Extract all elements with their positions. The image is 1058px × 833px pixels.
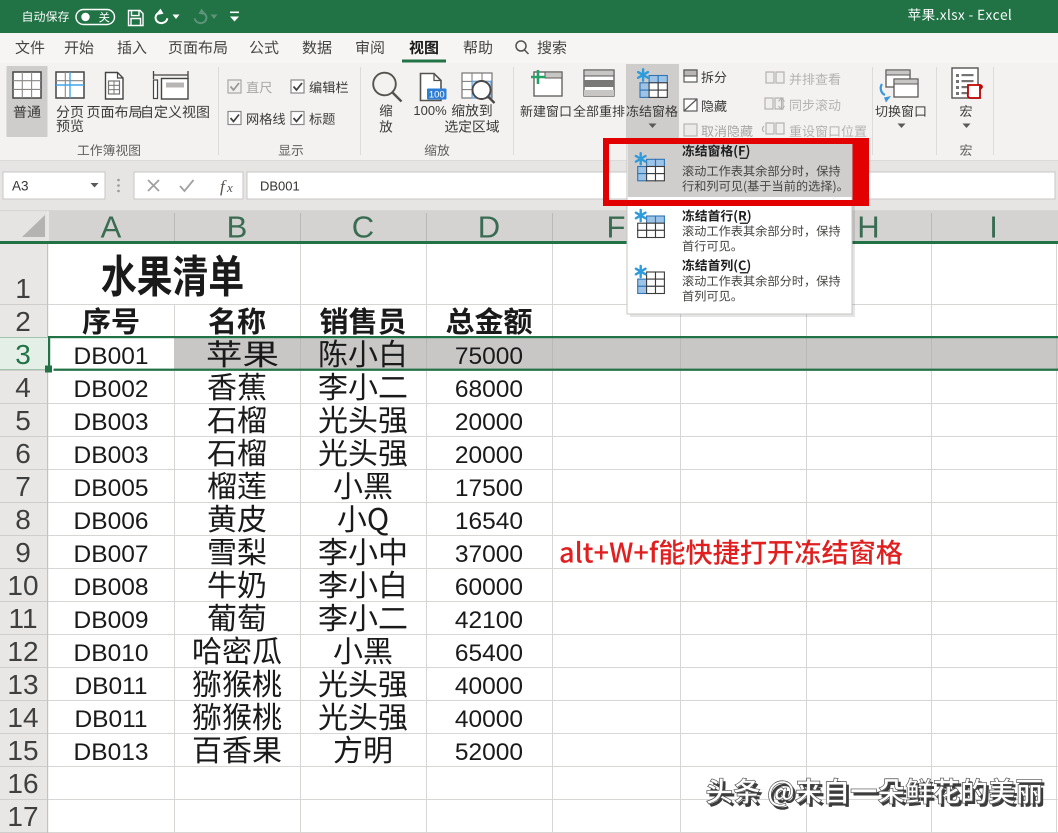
svg-text:DB001: DB001 xyxy=(260,179,300,194)
svg-text:17500: 17500 xyxy=(455,475,523,502)
svg-text:DB006: DB006 xyxy=(74,508,149,535)
svg-text:100%: 100% xyxy=(413,103,447,118)
svg-text:x: x xyxy=(226,180,233,195)
svg-text:DB011: DB011 xyxy=(74,673,147,700)
svg-text:8: 8 xyxy=(15,504,31,535)
svg-text:I: I xyxy=(989,210,998,245)
svg-text:DB003: DB003 xyxy=(74,442,149,469)
svg-text:52000: 52000 xyxy=(455,739,523,766)
svg-text:D: D xyxy=(478,210,500,245)
svg-text:9: 9 xyxy=(15,537,31,568)
svg-text:6: 6 xyxy=(15,438,31,469)
svg-text:DB010: DB010 xyxy=(74,640,149,667)
svg-text:100: 100 xyxy=(429,89,445,100)
svg-text:DB011: DB011 xyxy=(74,706,147,733)
svg-text:H: H xyxy=(857,210,879,245)
svg-text:60000: 60000 xyxy=(455,574,523,601)
svg-text:40000: 40000 xyxy=(455,673,523,700)
svg-text:C: C xyxy=(352,210,374,245)
svg-text:40000: 40000 xyxy=(455,706,523,733)
svg-text:DB003: DB003 xyxy=(74,409,149,436)
svg-text:17: 17 xyxy=(7,801,38,832)
svg-text:DB008: DB008 xyxy=(74,574,149,601)
svg-text:14: 14 xyxy=(7,702,38,733)
svg-text:4: 4 xyxy=(15,372,31,403)
svg-text:DB005: DB005 xyxy=(74,475,149,502)
svg-text:DB002: DB002 xyxy=(74,376,149,403)
svg-text:65400: 65400 xyxy=(455,640,523,667)
svg-text:16: 16 xyxy=(7,768,38,799)
svg-text:15: 15 xyxy=(7,735,38,766)
svg-text:B: B xyxy=(227,210,248,245)
svg-text:7: 7 xyxy=(15,471,31,502)
svg-text:37000: 37000 xyxy=(455,541,523,568)
svg-text:F: F xyxy=(607,210,626,245)
svg-text:12: 12 xyxy=(7,636,38,667)
svg-text:13: 13 xyxy=(7,669,38,700)
svg-text:1: 1 xyxy=(15,273,31,304)
svg-text:DB001: DB001 xyxy=(74,343,149,370)
svg-text:11: 11 xyxy=(8,603,37,634)
svg-text:75000: 75000 xyxy=(455,343,523,370)
svg-text:DB013: DB013 xyxy=(74,739,149,766)
svg-text:20000: 20000 xyxy=(455,409,523,436)
svg-text:16540: 16540 xyxy=(455,508,523,535)
svg-text:DB007: DB007 xyxy=(74,541,149,568)
svg-text:2: 2 xyxy=(15,306,31,337)
svg-text:42100: 42100 xyxy=(455,607,523,634)
svg-text:10: 10 xyxy=(7,570,38,601)
svg-text:20000: 20000 xyxy=(455,442,523,469)
svg-text:5: 5 xyxy=(15,405,31,436)
svg-text:A: A xyxy=(101,210,122,245)
svg-text:A3: A3 xyxy=(12,179,29,194)
svg-text:3: 3 xyxy=(15,339,31,370)
svg-text:DB009: DB009 xyxy=(74,607,149,634)
svg-text:68000: 68000 xyxy=(455,376,523,403)
